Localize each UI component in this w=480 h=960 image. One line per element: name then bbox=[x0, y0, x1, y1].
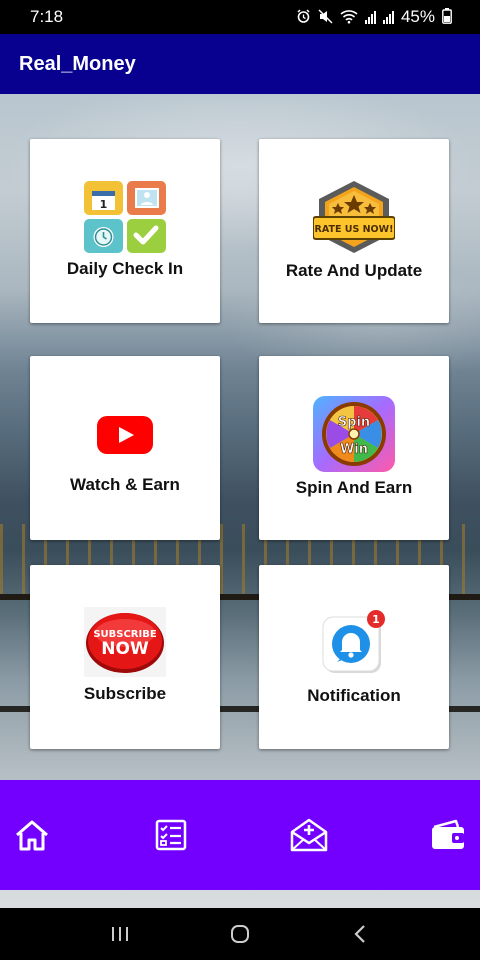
spin-and-earn-card[interactable]: Spin Win Spin And Earn bbox=[259, 356, 449, 540]
spin-wheel-icon: Spin Win bbox=[313, 396, 395, 472]
bottom-navigation bbox=[0, 780, 480, 890]
battery-percent: 45% bbox=[400, 7, 435, 26]
card-label: Daily Check In bbox=[66, 259, 184, 278]
nav-tasks[interactable] bbox=[151, 815, 191, 855]
home-icon bbox=[16, 820, 48, 851]
daily-check-in-card[interactable]: 1 Daily Check In bbox=[30, 139, 220, 323]
signal-icon bbox=[364, 10, 376, 24]
notification-count: 1 bbox=[372, 613, 380, 626]
subscribe-bottom-text: NOW bbox=[101, 639, 149, 659]
nav-invite[interactable] bbox=[289, 815, 329, 855]
wifi-icon bbox=[340, 9, 358, 26]
nav-home[interactable] bbox=[12, 815, 52, 855]
wheel-text-top: Spin bbox=[338, 415, 370, 430]
recent-apps-button[interactable] bbox=[100, 919, 140, 949]
battery-icon bbox=[442, 8, 452, 26]
subscribe-now-icon: SUBSCRIBE NOW bbox=[84, 607, 166, 677]
home-circle-icon bbox=[231, 925, 249, 943]
rate-us-badge-icon: RATE US NOW! bbox=[312, 179, 396, 255]
card-label: Spin And Earn bbox=[295, 478, 413, 497]
notification-card[interactable]: 1 Notification bbox=[259, 565, 449, 749]
card-label: Rate And Update bbox=[285, 261, 423, 280]
recent-apps-icon bbox=[112, 927, 128, 941]
alarm-icon bbox=[296, 8, 311, 26]
rate-badge-text: RATE US NOW! bbox=[315, 224, 394, 235]
status-icons: 45% bbox=[296, 7, 452, 27]
nav-wallet[interactable] bbox=[428, 815, 468, 855]
rate-and-update-card[interactable]: RATE US NOW! Rate And Update bbox=[259, 139, 449, 323]
invite-mail-icon bbox=[291, 818, 328, 852]
app-bar: Real_Money bbox=[0, 34, 480, 94]
task-list-icon bbox=[155, 819, 186, 851]
svg-text:1: 1 bbox=[100, 198, 108, 211]
status-time: 7:18 bbox=[30, 7, 64, 26]
mute-icon bbox=[318, 8, 333, 26]
notification-bell-icon: 1 bbox=[321, 609, 385, 673]
back-chevron-icon bbox=[354, 925, 365, 943]
watch-and-earn-card[interactable]: Watch & Earn bbox=[30, 356, 220, 540]
back-button[interactable] bbox=[340, 919, 380, 949]
youtube-play-icon bbox=[97, 416, 153, 454]
status-bar: 7:18 45% bbox=[0, 0, 480, 34]
subscribe-card[interactable]: SUBSCRIBE NOW Subscribe bbox=[30, 565, 220, 749]
signal-icon bbox=[382, 10, 394, 24]
app-title: Real_Money bbox=[19, 52, 136, 75]
wallet-icon bbox=[431, 819, 464, 849]
home-button[interactable] bbox=[220, 919, 260, 949]
card-label: Watch & Earn bbox=[70, 475, 180, 494]
card-label: Notification bbox=[307, 686, 401, 705]
wheel-text-bottom: Win bbox=[340, 442, 368, 457]
system-navigation-bar bbox=[0, 908, 480, 960]
card-label: Subscribe bbox=[83, 684, 167, 703]
calendar-check-icon: 1 bbox=[84, 181, 166, 253]
